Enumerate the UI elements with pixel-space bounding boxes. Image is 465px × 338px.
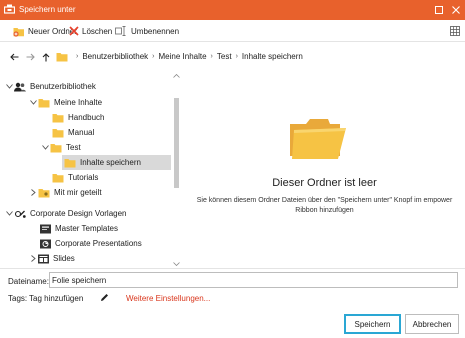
presentations-icon [40, 239, 51, 248]
tree-item-master-templates[interactable]: Master Templates [40, 221, 118, 236]
rename-icon [115, 26, 126, 36]
tags-label: Tags: [8, 294, 28, 303]
scroll-down-icon[interactable] [173, 262, 180, 266]
folder-icon [38, 98, 50, 107]
rename-button[interactable]: Umbenennen [115, 24, 179, 38]
chevron-right-icon: › [152, 53, 155, 60]
window-title: Speichern unter [19, 5, 76, 14]
tree-item-label: Master Templates [55, 224, 118, 233]
more-settings-link[interactable]: Weitere Einstellungen... [126, 294, 210, 303]
folder-tree: Benutzerbibliothek Meine Inhalte Handbuc… [0, 72, 183, 268]
chevron-down-icon[interactable] [40, 145, 50, 150]
tree-scrollbar[interactable] [172, 72, 181, 268]
address-bar: › Benutzerbibliothek › Meine Inhalte › T… [0, 46, 465, 68]
tree-item-label: Manual [68, 128, 95, 137]
tree-item-label: Test [66, 143, 81, 152]
filename-input[interactable] [49, 272, 458, 288]
arrow-left-icon [9, 53, 18, 61]
tree-item-mit-mir-geteilt[interactable]: Mit mir geteilt [28, 185, 102, 200]
arrow-right-icon [26, 53, 35, 61]
divider [0, 268, 465, 269]
add-tag-link[interactable]: Tag hinzufügen [29, 294, 83, 303]
folder-icon [52, 173, 64, 182]
tree-item-manual[interactable]: Manual [52, 125, 94, 140]
tree-item-benutzerbibliothek[interactable]: Benutzerbibliothek [4, 79, 96, 94]
tree-item-handbuch[interactable]: Handbuch [52, 110, 104, 125]
tree-item-slides[interactable]: Slides [28, 251, 75, 266]
close-button[interactable] [448, 2, 464, 18]
tree-item-label: Mit mir geteilt [54, 188, 102, 197]
view-mode-icon [450, 26, 460, 36]
pencil-icon[interactable] [100, 293, 109, 302]
breadcrumb: › Benutzerbibliothek › Meine Inhalte › T… [72, 52, 303, 61]
folder-icon [56, 53, 68, 62]
master-templates-icon [40, 224, 51, 233]
chevron-down-icon[interactable] [4, 211, 14, 216]
breadcrumb-item[interactable]: Benutzerbibliothek [82, 52, 148, 61]
breadcrumb-item[interactable]: Test [217, 52, 232, 61]
scrollbar-thumb[interactable] [174, 98, 179, 188]
tree-item-label: Inhalte speichern [80, 158, 141, 167]
corporate-icon [14, 210, 26, 218]
empty-state-title: Dieser Ordner ist leer [272, 177, 377, 189]
chevron-down-icon[interactable] [28, 100, 38, 105]
users-icon [14, 82, 26, 91]
minimize-button[interactable] [431, 2, 447, 18]
new-folder-icon [13, 27, 24, 37]
tree-item-label: Corporate Design Vorlagen [30, 209, 127, 218]
delete-button[interactable]: Löschen [69, 24, 112, 38]
tree-item-corporate-presentations[interactable]: Corporate Presentations [40, 236, 142, 251]
minimize-icon [435, 6, 443, 14]
rename-label: Umbenennen [131, 26, 180, 36]
chevron-right-icon[interactable] [28, 189, 38, 196]
tree-item-tutorials[interactable]: Tutorials [52, 170, 98, 185]
folder-icon [52, 128, 64, 137]
chevron-right-icon: › [76, 53, 79, 60]
app-logo-icon [4, 4, 15, 14]
chevron-right-icon[interactable] [28, 255, 38, 262]
tree-item-label: Tutorials [68, 173, 99, 182]
up-button[interactable] [39, 50, 53, 64]
tree-item-corporate-design-vorlagen[interactable]: Corporate Design Vorlagen [4, 206, 127, 221]
empty-state-line1: Sie können diesem Ordner Dateien über de… [196, 197, 453, 204]
folder-icon [50, 143, 62, 152]
slides-icon [38, 254, 49, 263]
cancel-button[interactable]: Abbrechen [405, 314, 459, 334]
tree-item-inhalte-speichern[interactable]: Inhalte speichern [62, 155, 171, 170]
filename-label: Dateiname: [8, 277, 49, 286]
tree-item-meine-inhalte[interactable]: Meine Inhalte [28, 95, 102, 110]
breadcrumb-item[interactable]: Meine Inhalte [159, 52, 207, 61]
tree-item-label: Handbuch [68, 113, 105, 122]
tree-item-test[interactable]: Test [40, 140, 81, 155]
folder-icon [52, 113, 64, 122]
scroll-up-icon[interactable] [173, 74, 180, 78]
location-folder[interactable] [55, 50, 69, 64]
new-folder-button[interactable]: Neuer Ordner [13, 24, 77, 38]
chevron-right-icon: › [235, 53, 238, 60]
folder-icon [64, 158, 76, 167]
tree-item-label: Meine Inhalte [54, 98, 103, 107]
chevron-down-icon[interactable] [4, 84, 14, 89]
save-button[interactable]: Speichern [344, 314, 401, 334]
empty-state-line2: Ribbon hinzufügen [295, 207, 354, 214]
tree-item-label: Corporate Presentations [55, 239, 142, 248]
toolbar: Neuer Ordner Löschen Umbenennen [0, 20, 465, 42]
chevron-right-icon: › [210, 53, 213, 60]
content-pane [184, 72, 465, 268]
shared-folder-icon [38, 188, 50, 197]
tree-item-label: Slides [53, 254, 75, 263]
title-bar: Speichern unter [0, 0, 465, 20]
view-mode-button[interactable] [450, 24, 460, 38]
breadcrumb-item[interactable]: Inhalte speichern [242, 52, 303, 61]
empty-folder-icon [290, 119, 346, 159]
tree-item-label: Benutzerbibliothek [30, 82, 96, 91]
forward-button[interactable] [23, 50, 37, 64]
back-button[interactable] [7, 50, 21, 64]
arrow-up-icon [42, 52, 50, 61]
delete-label: Löschen [82, 26, 113, 36]
empty-state-description: Sie können diesem Ordner Dateien über de… [184, 196, 465, 216]
close-icon [452, 6, 460, 14]
delete-icon [69, 26, 79, 36]
